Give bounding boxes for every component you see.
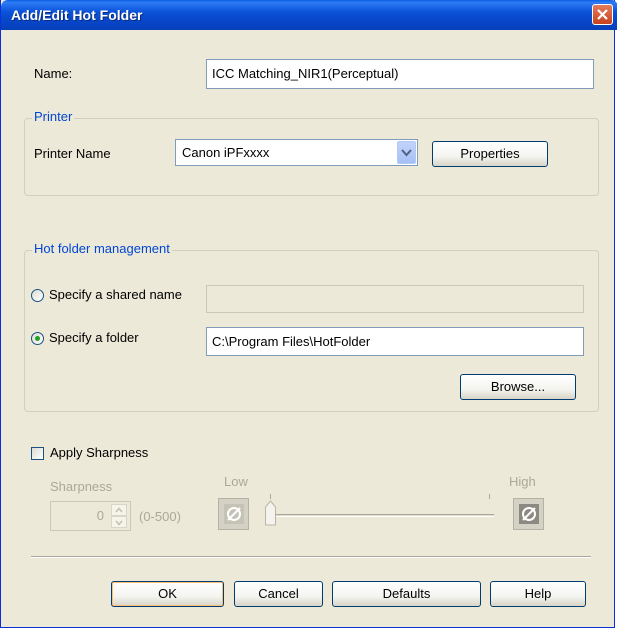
folder-label: Specify a folder (49, 330, 139, 345)
spin-up-button[interactable] (111, 504, 127, 516)
cancel-button[interactable]: Cancel (234, 581, 323, 607)
defaults-button[interactable]: Defaults (332, 581, 481, 607)
close-button[interactable] (592, 4, 613, 25)
browse-button[interactable]: Browse... (460, 374, 576, 400)
dropdown-button[interactable] (397, 141, 416, 164)
spin-down-button[interactable] (111, 516, 127, 528)
arrow-down-icon (115, 520, 123, 526)
folder-input[interactable]: C:\Program Files\HotFolder (206, 327, 584, 356)
sharpness-range-label: (0-500) (139, 509, 181, 524)
separator-line (31, 556, 591, 558)
title-bar[interactable]: Add/Edit Hot Folder (1, 0, 617, 30)
shared-name-input[interactable] (206, 285, 584, 313)
printer-group-title: Printer (32, 109, 75, 124)
sharpness-label: Sharpness (50, 479, 113, 494)
apply-sharpness-label: Apply Sharpness (50, 445, 149, 460)
window-title: Add/Edit Hot Folder (11, 7, 143, 23)
apply-sharpness-checkbox[interactable] (31, 447, 44, 460)
slider-tick-high (489, 494, 490, 499)
printer-name-label: Printer Name (34, 146, 111, 161)
sharpness-low-icon (224, 504, 244, 524)
sharpness-slider-track[interactable] (270, 514, 494, 517)
radio-selected-dot (35, 336, 40, 341)
dialog-window: Add/Edit Hot Folder Name: ICC Matching_N… (0, 0, 617, 628)
printer-select-value: Canon iPFxxxx (182, 145, 270, 160)
hot-folder-group-title: Hot folder management (32, 241, 172, 256)
printer-select[interactable]: Canon iPFxxxx (175, 139, 418, 166)
slider-tick-low (270, 494, 271, 499)
help-button[interactable]: Help (490, 581, 586, 607)
ok-button[interactable]: OK (111, 581, 224, 607)
shared-name-radio[interactable] (31, 289, 44, 302)
chevron-down-icon (401, 149, 412, 157)
properties-button[interactable]: Properties (432, 141, 548, 167)
high-icon-button[interactable] (513, 498, 544, 530)
high-label: High (509, 474, 536, 489)
shared-name-label: Specify a shared name (49, 287, 182, 302)
name-input[interactable]: ICC Matching_NIR1(Perceptual) (206, 59, 594, 89)
sharpness-slider-thumb[interactable] (264, 500, 277, 526)
sharpness-value: 0 (96, 508, 104, 523)
low-icon-button[interactable] (218, 498, 249, 530)
arrow-up-icon (115, 507, 123, 513)
name-label: Name: (34, 66, 73, 81)
sharpness-high-icon (519, 504, 539, 524)
sharpness-spinbox[interactable]: 0 (50, 501, 131, 531)
folder-radio[interactable] (31, 332, 44, 345)
low-label: Low (224, 474, 248, 489)
close-icon (597, 9, 608, 20)
